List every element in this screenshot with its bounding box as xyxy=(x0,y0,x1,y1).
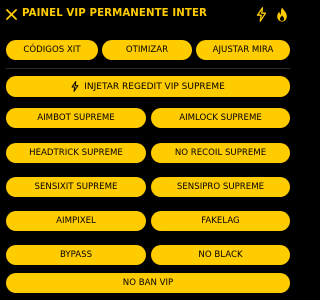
fakelag-button[interactable]: FAKELAG xyxy=(151,211,290,231)
sensixit-supreme-label: SENSIXIT SUPREME xyxy=(34,182,118,192)
ajustar-mira-button[interactable]: AJUSTAR MIRA xyxy=(196,40,290,60)
sensipro-supreme-button[interactable]: SENSIPRO SUPREME xyxy=(151,177,290,197)
aimlock-supreme-label: AIMLOCK SUPREME xyxy=(179,113,262,123)
no-ban-vip-label: NO BAN VIP xyxy=(122,278,174,288)
bypass-button[interactable]: BYPASS xyxy=(6,245,146,265)
lightning-icon[interactable] xyxy=(256,7,267,22)
codigos-xit-button[interactable]: CÓDIGOS XIT xyxy=(6,40,98,60)
no-black-label: NO BLACK xyxy=(198,250,243,260)
sensixit-supreme-button[interactable]: SENSIXIT SUPREME xyxy=(6,177,146,197)
no-ban-vip-button[interactable]: NO BAN VIP xyxy=(6,273,290,293)
flame-icon[interactable] xyxy=(276,7,288,22)
aimbot-supreme-label: AIMBOT SUPREME xyxy=(37,113,115,123)
panel-header: PAINEL VIP PERMANENTE INTER xyxy=(0,0,296,30)
panel-title: PAINEL VIP PERMANENTE INTER xyxy=(22,8,207,19)
vip-panel: PAINEL VIP PERMANENTE INTER CÓDIGOS XIT … xyxy=(0,0,296,300)
fakelag-label: FAKELAG xyxy=(201,216,240,226)
no-recoil-supreme-button[interactable]: NO RECOIL SUPREME xyxy=(151,143,290,163)
headtrick-supreme-label: HEADTRICK SUPREME xyxy=(29,148,123,158)
otimizar-button[interactable]: OTIMIZAR xyxy=(102,40,192,60)
aimpixel-label: AIMPIXEL xyxy=(56,216,96,226)
no-recoil-supreme-label: NO RECOIL SUPREME xyxy=(174,148,267,158)
lightning-icon xyxy=(71,81,79,92)
ajustar-mira-label: AJUSTAR MIRA xyxy=(212,45,274,55)
aimpixel-button[interactable]: AIMPIXEL xyxy=(6,211,146,231)
no-black-button[interactable]: NO BLACK xyxy=(151,245,290,265)
bypass-label: BYPASS xyxy=(59,250,93,260)
headtrick-supreme-button[interactable]: HEADTRICK SUPREME xyxy=(6,143,146,163)
close-icon[interactable] xyxy=(6,9,17,20)
codigos-xit-label: CÓDIGOS XIT xyxy=(23,45,81,55)
otimizar-label: OTIMIZAR xyxy=(125,45,169,55)
aimlock-supreme-button[interactable]: AIMLOCK SUPREME xyxy=(151,108,290,128)
injetar-regedit-label: INJETAR REGEDIT VIP SUPREME xyxy=(84,81,225,92)
sensipro-supreme-label: SENSIPRO SUPREME xyxy=(176,182,265,192)
aimbot-supreme-button[interactable]: AIMBOT SUPREME xyxy=(6,108,146,128)
divider xyxy=(6,68,290,69)
injetar-regedit-button[interactable]: INJETAR REGEDIT VIP SUPREME xyxy=(6,76,290,97)
